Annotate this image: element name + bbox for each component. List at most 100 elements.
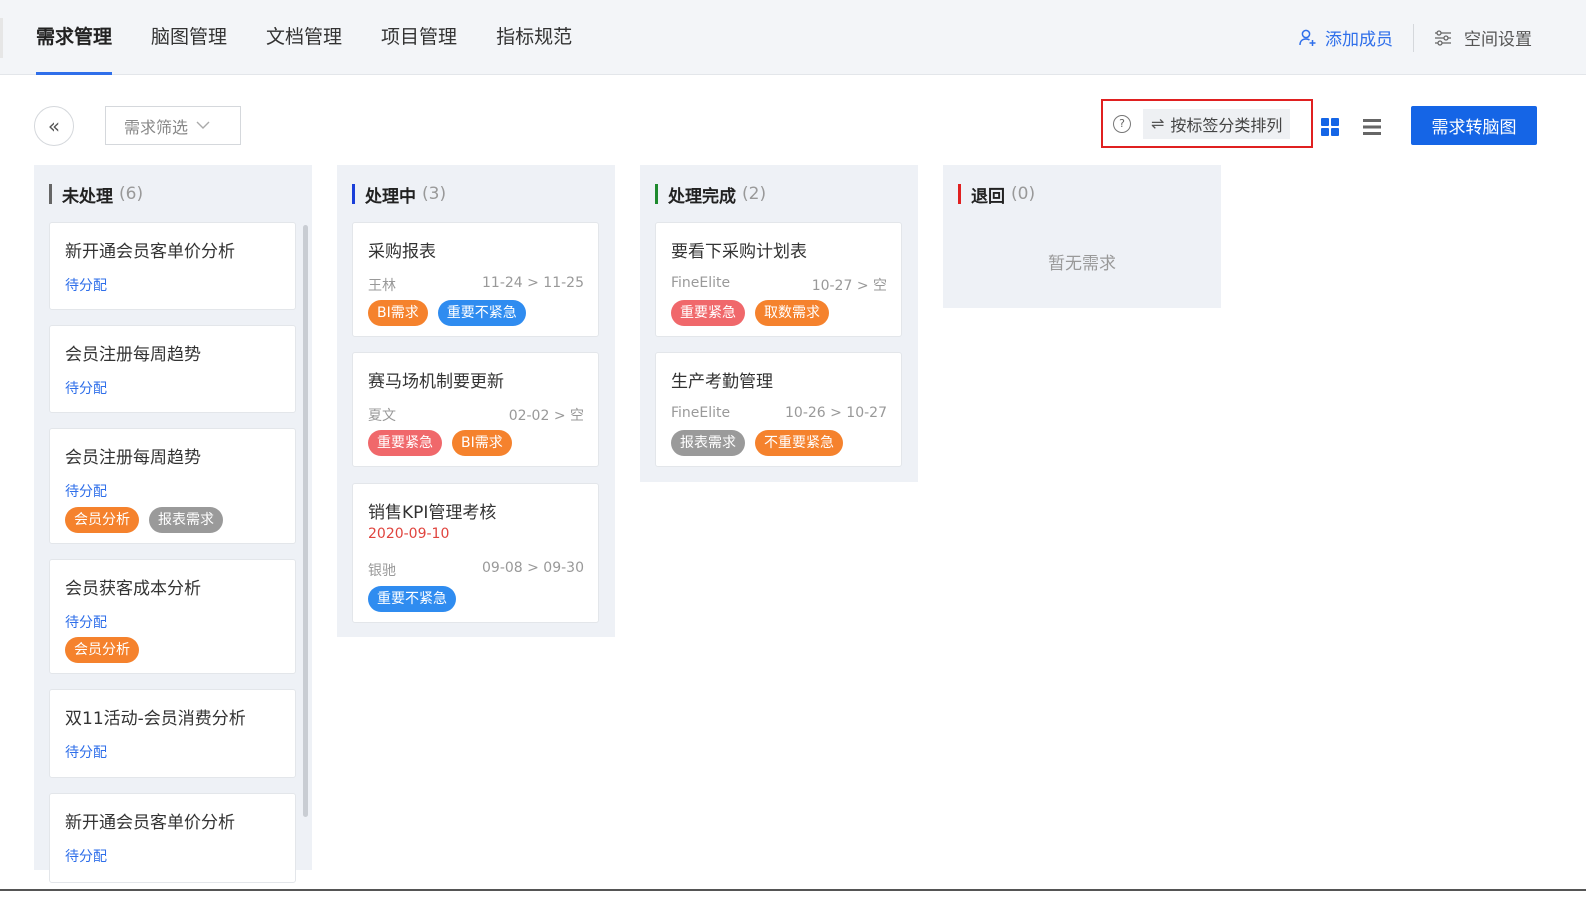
tab-metrics[interactable]: 指标规范	[496, 0, 572, 75]
card-owner: FineElite	[671, 405, 731, 421]
requirement-card[interactable]: 新开通会员客单价分析 待分配	[49, 793, 296, 883]
nav-tabs: 需求管理 脑图管理 文档管理 项目管理 指标规范	[36, 0, 611, 75]
tag-badge: 重要紧急	[671, 300, 745, 326]
convert-to-mindmap-button[interactable]: 需求转脑图	[1411, 106, 1537, 145]
card-date-range: 09-08 > 09-30	[482, 560, 584, 576]
grid-view-icon[interactable]	[1321, 118, 1339, 136]
sort-by-tag-label: 按标签分类排列	[1170, 115, 1283, 135]
column-header: 退回 (0)	[958, 183, 1036, 207]
requirement-card[interactable]: 会员注册每周趋势 待分配	[49, 325, 296, 413]
help-icon[interactable]: ?	[1113, 114, 1131, 133]
tag-badge: 不重要紧急	[755, 430, 843, 456]
top-nav-bar: 需求管理 脑图管理 文档管理 项目管理 指标规范 添加成员 空间设置	[0, 0, 1586, 75]
tag-badge: 重要紧急	[368, 430, 442, 456]
tag-badge: BI需求	[452, 430, 512, 456]
column-returned: 退回 (0) 暂无需求	[943, 165, 1221, 308]
requirement-filter-dropdown[interactable]: 需求筛选	[105, 106, 241, 145]
requirement-card[interactable]: 要看下采购计划表 FineElite 10-27 > 空 重要紧急 取数需求	[655, 222, 902, 337]
card-assign-link[interactable]: 待分配	[65, 481, 107, 501]
card-title: 会员注册每周趋势	[65, 345, 201, 365]
card-due-date: 2020-09-10	[368, 526, 450, 542]
card-title: 要看下采购计划表	[671, 242, 807, 262]
requirement-card[interactable]: 生产考勤管理 FineElite 10-26 > 10-27 报表需求 不重要紧…	[655, 352, 902, 467]
column-unprocessed: 未处理 (6) 新开通会员客单价分析 待分配 会员注册每周趋势 待分配 会员注册…	[34, 165, 312, 883]
card-title: 销售KPI管理考核	[368, 503, 497, 523]
column-title: 退回	[971, 186, 1005, 207]
requirement-card[interactable]: 会员获客成本分析 待分配 会员分析	[49, 559, 296, 674]
swap-arrows-icon: ⇌	[1151, 114, 1165, 133]
window-bottom-edge	[0, 889, 1586, 904]
requirement-card[interactable]: 双11活动-会员消费分析 待分配	[49, 689, 296, 778]
card-title: 会员获客成本分析	[65, 579, 201, 599]
card-owner: 夏文	[368, 408, 396, 424]
card-assign-link[interactable]: 待分配	[65, 742, 107, 762]
card-tags: 报表需求 不重要紧急	[671, 430, 853, 456]
card-date-range: 10-27 > 空	[811, 278, 887, 294]
add-member-label: 添加成员	[1325, 30, 1393, 50]
requirement-card[interactable]: 销售KPI管理考核 2020-09-10 银驰 09-08 > 09-30 重要…	[352, 483, 599, 623]
tab-requirements[interactable]: 需求管理	[36, 0, 113, 75]
column-count: (0)	[1011, 184, 1036, 204]
card-date-range: 11-24 > 11-25	[482, 275, 584, 291]
column-color-bar	[352, 184, 355, 204]
list-view-icon[interactable]	[1363, 118, 1381, 136]
tag-badge: 会员分析	[65, 637, 139, 663]
tab-mindmap[interactable]: 脑图管理	[151, 0, 227, 75]
tag-badge: 会员分析	[65, 507, 139, 533]
requirement-card[interactable]: 赛马场机制要更新 夏文 02-02 > 空 重要紧急 BI需求	[352, 352, 599, 467]
card-tags: 会员分析 报表需求	[65, 507, 233, 533]
card-owner: 王林	[368, 278, 396, 294]
requirement-card[interactable]: 新开通会员客单价分析 待分配	[49, 222, 296, 310]
tag-badge: 取数需求	[755, 300, 829, 326]
card-title: 生产考勤管理	[671, 372, 773, 392]
tag-badge: 重要不紧急	[368, 586, 456, 612]
sort-highlight-box: ? ⇌ 按标签分类排列	[1101, 99, 1313, 148]
card-assign-link[interactable]: 待分配	[65, 378, 107, 398]
space-settings-button[interactable]: 空间设置	[1434, 25, 1532, 50]
column-color-bar	[655, 184, 658, 204]
add-member-button[interactable]: 添加成员	[1299, 25, 1393, 50]
tab-documents[interactable]: 文档管理	[266, 0, 342, 75]
column-title: 处理中	[365, 186, 416, 207]
requirement-card[interactable]: 采购报表 王林 11-24 > 11-25 BI需求 重要不紧急	[352, 222, 599, 337]
card-owner: FineElite	[671, 275, 731, 291]
double-chevron-left-icon: «	[47, 114, 61, 138]
card-tags: BI需求 重要不紧急	[368, 300, 536, 326]
card-date-range: 10-26 > 10-27	[785, 405, 887, 421]
card-owner: 银驰	[368, 563, 396, 579]
filter-label: 需求筛选	[124, 117, 189, 137]
card-assign-link[interactable]: 待分配	[65, 612, 107, 632]
column-header: 处理完成 (2)	[655, 183, 766, 207]
card-assign-link[interactable]: 待分配	[65, 846, 107, 866]
card-tags: 重要不紧急	[368, 586, 466, 612]
column-scrollbar[interactable]	[303, 225, 308, 817]
empty-state-text: 暂无需求	[1048, 254, 1116, 274]
column-completed: 处理完成 (2) 要看下采购计划表 FineElite 10-27 > 空 重要…	[640, 165, 918, 482]
requirement-card[interactable]: 会员注册每周趋势 待分配 会员分析 报表需求	[49, 428, 296, 544]
settings-sliders-icon	[1435, 29, 1451, 46]
nav-left-edge	[0, 18, 3, 58]
column-color-bar	[958, 184, 961, 204]
nav-divider	[1413, 23, 1414, 52]
card-title: 双11活动-会员消费分析	[65, 709, 246, 729]
card-tags: 会员分析	[65, 637, 149, 663]
tag-badge: 报表需求	[149, 507, 223, 533]
card-title: 新开通会员客单价分析	[65, 242, 235, 262]
top-actions: 添加成员 空间设置	[1299, 0, 1532, 75]
column-header: 处理中 (3)	[352, 183, 447, 207]
collapse-back-button[interactable]: «	[34, 106, 74, 146]
card-title: 赛马场机制要更新	[368, 372, 504, 392]
card-tags: 重要紧急 BI需求	[368, 430, 522, 456]
sort-by-tag-button[interactable]: ⇌ 按标签分类排列	[1143, 108, 1291, 139]
column-count: (3)	[422, 184, 447, 204]
card-tags: 重要紧急 取数需求	[671, 300, 839, 326]
column-title: 未处理	[62, 186, 113, 207]
card-date-range: 02-02 > 空	[508, 408, 584, 424]
add-user-icon	[1299, 29, 1316, 46]
card-title: 采购报表	[368, 242, 436, 262]
tag-badge: BI需求	[368, 300, 428, 326]
space-settings-label: 空间设置	[1464, 30, 1532, 50]
card-title: 会员注册每周趋势	[65, 448, 201, 468]
card-assign-link[interactable]: 待分配	[65, 275, 107, 295]
tab-projects[interactable]: 项目管理	[381, 0, 457, 75]
